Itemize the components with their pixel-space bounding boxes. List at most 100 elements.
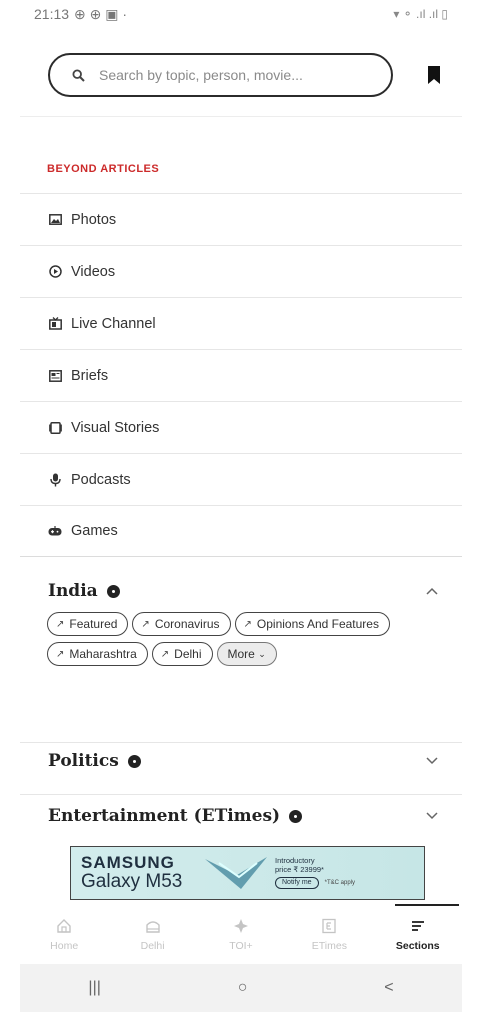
chevron-down-icon[interactable] (424, 808, 440, 824)
nav-label: TOI+ (229, 939, 253, 952)
menu-item-label: Live Channel (71, 315, 156, 332)
bookmark-icon[interactable] (427, 65, 441, 85)
menu-item-videos[interactable]: Videos (20, 245, 462, 297)
trend-icon: ↗ (243, 618, 252, 630)
trend-icon: ↗ (141, 618, 150, 630)
menu-item-label: Games (71, 523, 118, 539)
menu-item-label: Photos (71, 211, 117, 228)
chip-label: Opinions And Features (256, 617, 379, 631)
signal-battery-icons: ▾ ⚬ .ıl .ıl ▯ (393, 7, 448, 21)
chip-coronavirus[interactable]: ↗ Coronavirus (132, 612, 231, 636)
home-button[interactable]: ○ (238, 979, 248, 997)
stories-icon (48, 421, 62, 435)
status-right: ▾ ⚬ .ıl .ıl ▯ (393, 7, 448, 21)
status-notification-icons: ⊕ ⊕ ▣ · (74, 5, 128, 22)
ad-brand-name: SAMSUNG (81, 853, 175, 872)
sections-screen: 21:13 ⊕ ⊕ ▣ · ▾ ⚬ .ıl .ıl ▯ BEYOND ARTIC… (20, 0, 462, 1012)
chip-more[interactable]: More ⌄ (216, 642, 277, 666)
section-entertainment: Entertainment (ETimes) (20, 803, 462, 829)
toi-plus-icon (233, 917, 249, 935)
chip-maharashtra[interactable]: ↗ Maharashtra (47, 642, 148, 666)
menu-item-games[interactable]: Games (20, 505, 462, 557)
photo-icon (48, 213, 62, 227)
section-title: Entertainment (ETimes) (48, 806, 281, 826)
chevron-down-icon[interactable] (424, 753, 440, 769)
menu-item-label: Briefs (71, 367, 109, 384)
status-time: 21:13 (34, 6, 70, 22)
back-button[interactable]: < (384, 979, 393, 997)
trend-icon: ↗ (160, 648, 170, 660)
india-chips: ↗ Featured ↗ Coronavirus ↗ Opinions And Fea… (20, 604, 447, 666)
nav-toi-plus[interactable]: TOI+ (201, 917, 281, 952)
beyond-articles-list: Photos Videos Live Channel Briefs Visual… (20, 193, 462, 557)
chip-delhi[interactable]: ↗ Delhi (151, 642, 213, 666)
nav-label: Sections (395, 939, 440, 952)
section-title: India (48, 581, 98, 601)
ad-fine-print: *T&C apply (324, 879, 356, 886)
etimes-icon (321, 917, 337, 935)
phone-image (201, 853, 271, 893)
home-icon (56, 917, 72, 935)
podcast-icon (48, 473, 62, 487)
chevron-up-icon[interactable] (424, 583, 440, 599)
ad-banner[interactable]: SAMSUNG Galaxy M53 Introductory price ₹ … (70, 846, 425, 900)
system-nav-bar: ||| ○ < (20, 964, 462, 1012)
section-link-icon[interactable] (127, 754, 141, 768)
section-divider (20, 742, 462, 743)
section-politics: Politics (20, 748, 462, 774)
status-bar: 21:13 ⊕ ⊕ ▣ · ▾ ⚬ .ıl .ıl ▯ (20, 0, 462, 28)
search-input[interactable] (97, 66, 351, 84)
section-divider (20, 794, 462, 795)
menu-item-live-channel[interactable]: Live Channel (20, 297, 462, 349)
menu-item-label: Podcasts (71, 471, 131, 488)
nav-delhi[interactable]: Delhi (113, 917, 193, 952)
chip-label: Maharashtra (69, 647, 137, 661)
city-icon (145, 917, 161, 935)
chip-opinions-and-features[interactable]: ↗ Opinions And Features (234, 612, 390, 636)
section-link-icon[interactable] (106, 584, 120, 598)
chip-label: Delhi (174, 647, 202, 661)
menu-item-visual-stories[interactable]: Visual Stories (20, 401, 462, 453)
play-icon (48, 265, 62, 279)
search-box[interactable] (48, 53, 393, 97)
section-link-icon[interactable] (289, 809, 303, 823)
section-india: India ↗ Featured ↗ Coronavirus ↗ Opinions A… (20, 578, 462, 666)
chip-label: More (227, 647, 255, 661)
menu-item-briefs[interactable]: Briefs (20, 349, 462, 401)
tv-icon (48, 317, 62, 331)
header-divider (20, 116, 462, 117)
notify-me-button[interactable]: Notify me (275, 876, 319, 889)
search-row (20, 50, 462, 100)
chip-label: Featured (69, 617, 118, 631)
games-icon (48, 524, 62, 538)
ad-model-name: Galaxy M53 (81, 871, 183, 892)
section-entertainment-header[interactable]: Entertainment (ETimes) (20, 803, 462, 829)
nav-home[interactable]: Home (24, 917, 104, 952)
ad-brand: SAMSUNG Galaxy M53 (71, 853, 201, 893)
nav-sections[interactable]: Sections (378, 917, 458, 952)
briefs-icon (48, 369, 62, 383)
sections-icon (410, 917, 426, 935)
menu-item-label: Visual Stories (71, 419, 160, 436)
chip-featured[interactable]: ↗ Featured (47, 612, 129, 636)
nav-label: ETimes (311, 939, 347, 952)
chip-label: Coronavirus (154, 617, 220, 631)
section-politics-header[interactable]: Politics (20, 748, 462, 774)
bottom-nav: Home Delhi TOI+ ETimes Sections (20, 906, 462, 962)
menu-item-label: Videos (71, 263, 116, 280)
nav-label: Home (50, 939, 79, 952)
section-india-header[interactable]: India (20, 578, 462, 604)
trend-icon: ↗ (56, 648, 65, 660)
nav-label: Delhi (140, 939, 165, 952)
recent-apps-button[interactable]: ||| (88, 979, 100, 997)
nav-etimes[interactable]: ETimes (289, 917, 369, 952)
trend-icon: ↗ (56, 618, 65, 630)
menu-item-podcasts[interactable]: Podcasts (20, 453, 462, 505)
ad-line-2: price ₹ 23999* (275, 864, 324, 874)
beyond-articles-heading: BEYOND ARTICLES (47, 163, 160, 175)
menu-item-photos[interactable]: Photos (20, 193, 462, 245)
chevron-down-icon: ⌄ (258, 648, 266, 659)
status-left: 21:13 ⊕ ⊕ ▣ · (34, 6, 127, 23)
search-icon (72, 68, 85, 82)
section-title: Politics (48, 751, 119, 771)
